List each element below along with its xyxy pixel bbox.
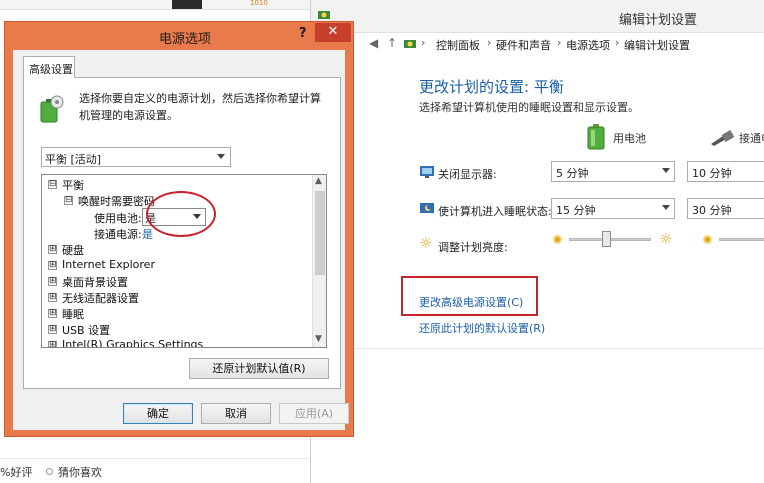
tree-item[interactable]: 硬盘 [62,242,84,258]
power-plan-icon [40,95,64,123]
ac-column-header: 接通电 [739,132,764,145]
display-off-battery-select[interactable]: 5 分钟 [551,161,675,182]
tree-item[interactable]: 桌面背景设置 [62,274,128,290]
rating-text: %好评 [0,466,33,479]
battery-setting-label: 使用电池: [94,212,142,225]
expand-icon[interactable]: ⊞ [48,261,57,270]
up-arrow-icon[interactable]: ↑ [387,36,397,50]
breadcrumb-separator-icon[interactable]: › [615,36,619,49]
sleep-battery-select[interactable]: 15 分钟 [551,198,675,219]
close-button[interactable]: ✕ [315,23,351,42]
tree-item-balanced[interactable]: 平衡 [62,177,84,193]
tree-item-wake-password[interactable]: 唤醒时需要密码 [78,193,155,209]
select-value: 平衡 [活动] [45,153,102,166]
expand-icon[interactable]: ⊞ [48,325,57,334]
dialog-description: 选择你要自定义的电源计划，然后选择你希望计算机管理的电源设置。 [79,92,321,122]
breadcrumb-edit-plan[interactable]: 编辑计划设置 [624,37,690,53]
breadcrumb-hardware-sound[interactable]: 硬件和声音 [496,37,551,53]
tree-item[interactable]: 无线适配器设置 [62,290,139,306]
display-off-ac-select[interactable]: 10 分钟 [687,161,764,182]
breadcrumb-separator-icon[interactable]: › [421,36,425,49]
ok-button[interactable]: 确定 [123,403,193,424]
ac-setting-value[interactable]: 是 [142,226,153,242]
brightness-high-icon: ☼ [659,230,673,248]
select-value: 30 分钟 [692,204,732,217]
plan-select[interactable]: 平衡 [活动] [41,147,231,167]
restore-plan-defaults-button[interactable]: 还原计划默认值(R) [189,358,329,379]
scrollbar-thumb[interactable] [315,191,325,275]
price-text: 1010 [250,0,268,7]
restore-defaults-link[interactable]: 还原此计划的默认设置(R) [419,320,545,336]
dialog-title: 电源选项 [159,32,212,47]
guess-you-like-tab[interactable]: 猜你喜欢 [58,464,102,480]
collapse-icon[interactable]: ⊟ [48,180,57,189]
control-panel-icon [318,11,330,19]
battery-icon [587,124,605,150]
webpage-bottom-bar: %好评 猜你喜欢 [0,458,320,483]
select-value: 15 分钟 [556,204,596,217]
expand-icon[interactable]: ⊞ [48,277,57,286]
select-value: 5 分钟 [556,167,589,180]
tree-scrollbar[interactable]: ▲ ▼ [312,175,326,347]
tab-advanced-settings[interactable]: 高级设置 [23,56,75,78]
tree-item[interactable]: USB 设置 [62,322,110,338]
sleep-label: 使计算机进入睡眠状态: [438,205,552,218]
brightness-ac-slider[interactable] [719,238,764,241]
expand-icon[interactable]: ⊞ [48,341,57,347]
breadcrumb-separator-icon[interactable]: › [557,36,561,49]
dialog-body: 高级设置 选择你要自定义的电源计划，然后选择你希望计算机管理的电源设置。 平衡 … [13,50,349,430]
brightness-label: 调整计划亮度: [438,241,508,254]
tree-item[interactable]: Internet Explorer [62,258,155,271]
radio-icon[interactable] [46,468,53,475]
cancel-button[interactable]: 取消 [201,403,271,424]
brightness-icon: ☼ [419,234,433,252]
breadcrumb-control-panel[interactable]: 控制面板 [436,37,480,53]
window-title: 编辑计划设置 [619,13,698,28]
page-subtitle: 选择希望计算机使用的睡眠设置和显示设置。 [419,101,639,114]
brightness-battery-slider-thumb[interactable] [602,231,611,247]
brightness-low-icon [553,235,562,244]
help-button[interactable]: ? [299,26,307,41]
divider [311,348,764,349]
scroll-up-icon[interactable]: ▲ [315,176,322,186]
apply-button[interactable]: 应用(A) [279,403,349,424]
control-panel-icon [404,40,416,48]
ac-setting-label: 接通电源: [94,228,142,241]
scroll-down-icon[interactable]: ▼ [315,334,322,344]
chevron-down-icon [662,168,670,173]
sleep-ac-select[interactable]: 30 分钟 [687,198,764,219]
expand-icon[interactable]: ⊞ [48,293,57,302]
dialog-titlebar: 电源选项 ? ✕ [5,22,353,50]
chevron-down-icon [217,154,225,159]
address-bar: ◀ ↑ › 控制面板 › 硬件和声音 › 电源选项 › 编辑计划设置 [311,33,764,55]
collapse-icon[interactable]: ⊟ [64,196,73,205]
expand-icon[interactable]: ⊞ [48,309,57,318]
tree-item[interactable]: 睡眠 [62,306,84,322]
chevron-down-icon [662,205,670,210]
back-arrow-icon[interactable]: ◀ [369,36,378,50]
highlight-box [401,276,538,316]
select-value: 10 分钟 [692,167,732,180]
battery-column-header: 用电池 [613,132,646,145]
plug-icon [711,130,735,146]
control-panel-titlebar: 编辑计划设置 [311,0,764,33]
breadcrumb-separator-icon[interactable]: › [487,36,491,49]
highlight-ellipse [146,191,216,237]
sleep-icon [420,203,434,213]
brightness-low-icon [703,235,712,244]
monitor-icon [420,166,434,178]
tree-item[interactable]: Intel(R) Graphics Settings [62,338,203,347]
page-title: 更改计划的设置: 平衡 [419,78,564,96]
close-icon: ✕ [327,24,339,39]
display-off-label: 关闭显示器: [438,168,497,181]
control-panel-window: 编辑计划设置 ◀ ↑ › 控制面板 › 硬件和声音 › 电源选项 › 编辑计划设… [310,0,764,483]
breadcrumb-power-options[interactable]: 电源选项 [566,37,610,53]
product-thumbnail[interactable] [172,0,202,9]
expand-icon[interactable]: ⊞ [48,245,57,254]
